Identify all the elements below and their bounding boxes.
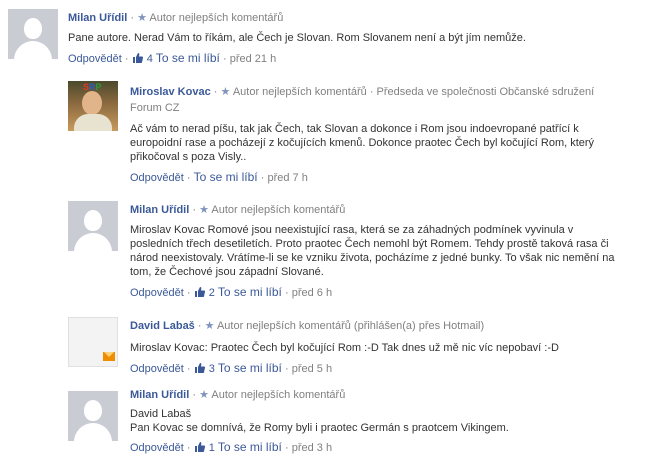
star-icon: ★: [220, 86, 231, 98]
comment-text: Pane autore. Nerad Vám to říkám, ale Čec…: [68, 32, 526, 44]
like-link[interactable]: To se mi líbí: [218, 361, 282, 375]
like-link[interactable]: To se mi líbí: [218, 440, 282, 454]
timestamp: před 3 h: [291, 442, 333, 454]
default-avatar[interactable]: [68, 391, 118, 441]
badge: Autor nejlepších komentářů: [211, 389, 346, 401]
reply-link[interactable]: Odpovědět: [68, 53, 122, 65]
comment-text: Ač vám to nerad píšu, tak jak Čech, tak …: [130, 123, 595, 163]
hotmail-avatar[interactable]: [68, 317, 118, 367]
like-count: 4: [146, 53, 153, 65]
star-icon: ★: [204, 320, 215, 332]
login-source: (přihlášen(a) přes Hotmail): [353, 320, 485, 332]
timestamp: před 7 h: [267, 172, 308, 184]
comment-text: David Labaš Pan Kovac se domnívá, že Rom…: [130, 408, 509, 434]
like-count: 2: [208, 287, 215, 299]
comment-text: Miroslav Kovac: Praotec Čech byl kočujíc…: [130, 342, 559, 354]
like-count: 3: [208, 363, 215, 375]
comment-text: Miroslav Kovac Romové jsou neexistující …: [130, 224, 615, 278]
srp-logo: SRP: [83, 82, 102, 92]
star-icon: ★: [199, 389, 209, 401]
timestamp: před 5 h: [291, 363, 333, 375]
author-name[interactable]: David Labaš: [130, 320, 195, 332]
comment-actions: Odpovědět · 4 To se mi líbí · před 21 h: [68, 51, 648, 68]
author-name[interactable]: Miroslav Kovac: [130, 86, 211, 98]
timestamp: před 6 h: [291, 287, 333, 299]
thumbs-up-icon[interactable]: [194, 362, 206, 378]
reply-link[interactable]: Odpovědět: [130, 287, 184, 299]
comment-actions: Odpovědět · 3 To se mi líbí · před 5 h: [130, 361, 645, 378]
photo-avatar[interactable]: SRP: [68, 81, 118, 131]
like-link[interactable]: To se mi líbí: [194, 170, 258, 184]
envelope-icon: [103, 352, 115, 361]
thumbs-up-icon[interactable]: [132, 52, 144, 68]
badge: Autor nejlepších komentářů: [232, 86, 367, 98]
timestamp: před 21 h: [229, 53, 277, 65]
badge: Autor nejlepších komentářů: [211, 204, 346, 216]
default-avatar[interactable]: [8, 9, 58, 59]
thumbs-up-icon[interactable]: [194, 286, 206, 302]
comment-actions: Odpovědět · 1 To se mi líbí · před 3 h: [130, 440, 645, 457]
author-affiliation-cont: Forum CZ: [130, 102, 180, 114]
author-name[interactable]: Milan Uřídil: [68, 12, 127, 24]
author-name[interactable]: Milan Uřídil: [130, 389, 189, 401]
default-avatar[interactable]: [68, 201, 118, 251]
author-affiliation: Předseda ve společnosti Občanské sdružen…: [376, 86, 595, 98]
reply-link[interactable]: Odpovědět: [130, 172, 184, 184]
author-name[interactable]: Milan Uřídil: [130, 204, 189, 216]
star-icon: ★: [137, 12, 147, 24]
badge: Autor nejlepších komentářů: [149, 12, 284, 24]
like-link[interactable]: To se mi líbí: [218, 285, 282, 299]
badge: Autor nejlepších komentářů: [216, 320, 351, 332]
comment-actions: Odpovědět · To se mi líbí · před 7 h: [130, 170, 308, 184]
comment-actions: Odpovědět · 2 To se mi líbí · před 6 h: [130, 285, 645, 302]
like-count: 1: [208, 442, 215, 454]
thumbs-up-icon[interactable]: [194, 441, 206, 457]
like-link[interactable]: To se mi líbí: [156, 51, 220, 65]
star-icon: ★: [199, 204, 209, 216]
reply-link[interactable]: Odpovědět: [130, 442, 184, 454]
reply-link[interactable]: Odpovědět: [130, 363, 184, 375]
